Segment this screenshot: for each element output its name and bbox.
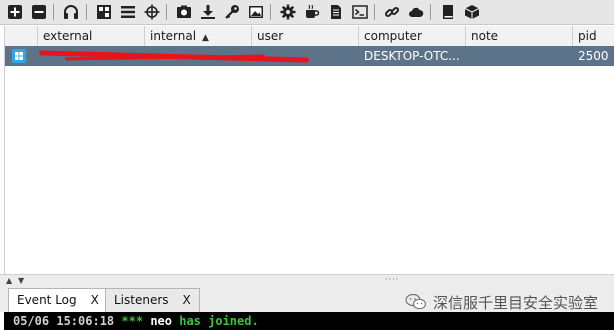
column-header-note[interactable]: note: [466, 26, 573, 46]
column-header-computer[interactable]: computer: [359, 26, 466, 46]
console-icon[interactable]: [351, 3, 369, 21]
column-header-user[interactable]: user: [252, 26, 359, 46]
pivot-graph-icon[interactable]: [95, 3, 113, 21]
collapse-up-icon[interactable]: ▲: [6, 276, 12, 285]
grip-icon[interactable]: ····: [385, 275, 399, 284]
windows-icon: [12, 49, 26, 63]
add-icon[interactable]: [6, 3, 24, 21]
session-table-icon[interactable]: [119, 3, 137, 21]
log-timestamp: 05/06 15:06:18: [13, 314, 115, 328]
document-icon[interactable]: [327, 3, 345, 21]
close-tab-button[interactable]: X: [183, 293, 191, 307]
sessions-table: external internal ▲ user computer note pi…: [4, 26, 614, 274]
tab-label: Event Log: [17, 293, 77, 307]
watermark: 深信服千里目安全实验室: [405, 292, 598, 312]
column-header-external[interactable]: external: [38, 26, 145, 46]
settings-icon[interactable]: [279, 3, 297, 21]
cell-pid: 2500: [578, 49, 609, 63]
wechat-icon: [405, 293, 427, 310]
log-stars: ***: [121, 314, 144, 328]
table-row[interactable]: DESKTOP-OTC... 2500: [5, 46, 614, 66]
remove-icon[interactable]: [30, 3, 48, 21]
log-message: has joined.: [179, 314, 259, 328]
sort-ascending-icon: ▲: [202, 33, 209, 43]
column-header-pid[interactable]: pid: [573, 26, 614, 46]
close-tab-button[interactable]: X: [91, 293, 99, 307]
package-icon[interactable]: [463, 3, 481, 21]
screenshot-icon[interactable]: [175, 3, 193, 21]
tab-event-log[interactable]: Event Log X: [8, 288, 108, 313]
column-header-internal[interactable]: internal ▲: [145, 26, 252, 46]
column-header-icon[interactable]: [5, 26, 38, 46]
cloud-icon[interactable]: [407, 3, 425, 21]
coffee-icon[interactable]: [303, 3, 321, 21]
log-nick: neo: [150, 314, 172, 328]
tab-label: Listeners: [114, 293, 169, 307]
image-icon[interactable]: [247, 3, 265, 21]
event-log-console[interactable]: 05/06 15:06:18 *** neo has joined.: [4, 312, 614, 330]
book-icon[interactable]: [439, 3, 457, 21]
download-icon[interactable]: [199, 3, 217, 21]
table-header: external internal ▲ user computer note pi…: [5, 26, 614, 47]
headphones-icon[interactable]: [62, 3, 80, 21]
crosshair-icon[interactable]: [143, 3, 161, 21]
tab-listeners[interactable]: Listeners X: [105, 288, 200, 312]
toolbar: [0, 0, 614, 25]
cell-computer: DESKTOP-OTC...: [364, 49, 460, 63]
link-icon[interactable]: [383, 3, 401, 21]
watermark-text: 深信服千里目安全实验室: [433, 293, 599, 312]
key-icon[interactable]: [223, 3, 241, 21]
collapse-down-icon[interactable]: ▼: [18, 276, 24, 285]
cell-note: [466, 46, 573, 66]
